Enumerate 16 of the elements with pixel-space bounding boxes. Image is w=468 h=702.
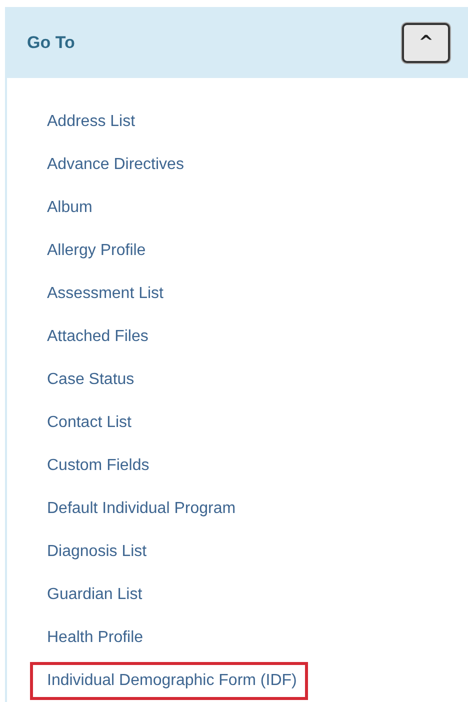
goto-link[interactable]: Address List (30, 102, 138, 140)
goto-link[interactable]: Contact List (30, 404, 134, 442)
goto-link[interactable]: Advance Directives (30, 146, 187, 184)
goto-link[interactable]: Allergy Profile (30, 232, 149, 270)
goto-link[interactable]: Default Individual Program (30, 490, 239, 528)
goto-link[interactable]: Guardian List (30, 576, 146, 614)
highlighted-link[interactable]: Individual Demographic Form (IDF) (30, 662, 308, 700)
goto-link[interactable]: Custom Fields (30, 446, 152, 484)
goto-link[interactable]: Case Status (30, 360, 138, 398)
goto-link[interactable]: Assessment List (30, 274, 166, 312)
panel-title: Go To (27, 32, 75, 52)
goto-link[interactable]: Health Profile (30, 618, 146, 656)
collapse-button[interactable]: ^ (402, 22, 450, 62)
goto-link[interactable]: Diagnosis List (30, 532, 150, 570)
goto-link[interactable]: Album (30, 188, 96, 226)
goto-link[interactable]: Attached Files (30, 318, 152, 356)
